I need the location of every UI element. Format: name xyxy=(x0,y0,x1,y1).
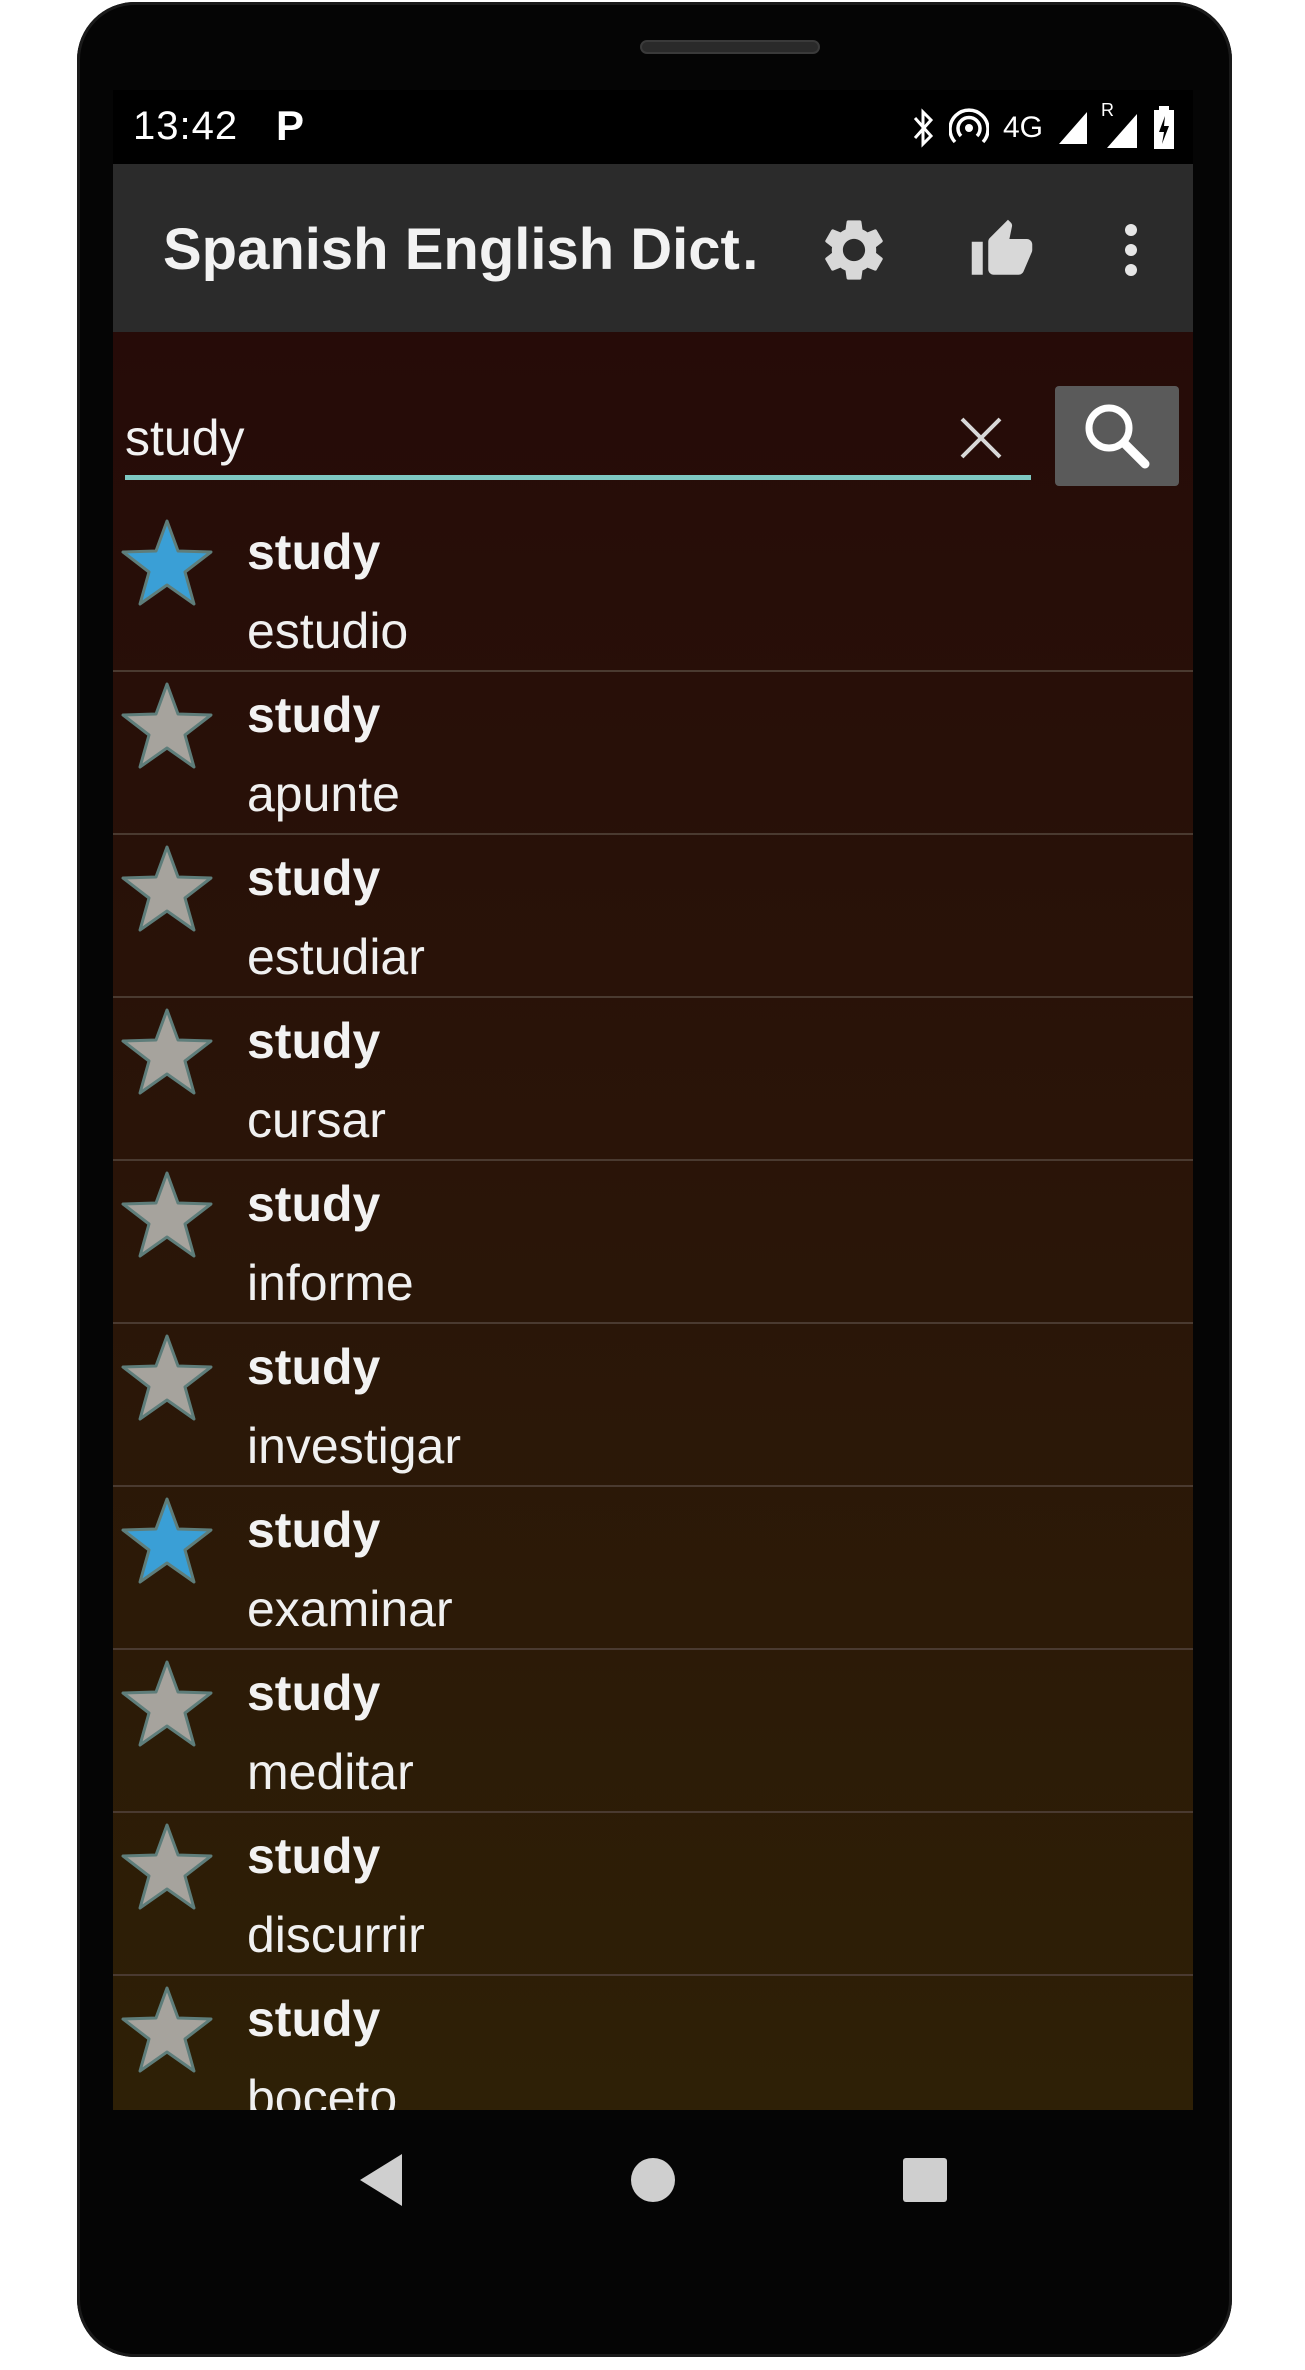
status-bar: 13:42 P 4G R xyxy=(113,90,1193,164)
result-term: study xyxy=(247,1339,381,1395)
result-row[interactable]: study boceto xyxy=(113,1976,1193,2110)
result-translation: boceto xyxy=(247,2070,398,2110)
result-translation: cursar xyxy=(247,1092,386,1148)
roaming-signal: R xyxy=(1101,100,1139,148)
notification-icon: P xyxy=(276,102,305,149)
roaming-signal-icon xyxy=(1107,114,1137,148)
result-translation: estudiar xyxy=(247,929,425,985)
star-icon[interactable] xyxy=(119,680,215,772)
recents-icon xyxy=(903,2158,947,2202)
result-term: study xyxy=(247,1176,381,1232)
result-translation: estudio xyxy=(247,603,409,659)
star-filled-icon[interactable] xyxy=(119,1495,215,1587)
result-term: study xyxy=(247,687,381,743)
result-term: study xyxy=(247,1502,381,1558)
result-term: study xyxy=(247,1991,381,2047)
result-translation: investigar xyxy=(247,1418,461,1474)
star-icon[interactable] xyxy=(119,1332,215,1424)
overflow-menu-button[interactable] xyxy=(1093,212,1169,288)
status-icons: 4G R xyxy=(911,100,1175,152)
result-term: study xyxy=(247,1665,381,1721)
search-field xyxy=(125,402,1031,480)
recents-button[interactable] xyxy=(885,2140,965,2220)
speaker-grille xyxy=(640,40,820,54)
result-term: study xyxy=(247,524,381,580)
result-translation: meditar xyxy=(247,1744,414,1800)
result-translation: discurrir xyxy=(247,1907,425,1963)
result-term: study xyxy=(247,850,381,906)
signal-icon xyxy=(1059,112,1087,144)
hotspot-icon xyxy=(948,108,989,144)
battery-icon xyxy=(1154,106,1174,149)
result-row[interactable]: study cursar xyxy=(113,998,1193,1161)
clear-search-button[interactable] xyxy=(951,408,1011,468)
star-icon[interactable] xyxy=(119,1821,215,1913)
gear-icon xyxy=(825,220,883,280)
more-vert-icon xyxy=(1125,224,1137,276)
star-filled-icon[interactable] xyxy=(119,517,215,609)
result-translation: apunte xyxy=(247,766,400,822)
screen: 13:42 P 4G R Spanish English Dict… study… xyxy=(113,90,1193,2110)
thumbs-up-icon xyxy=(971,219,1033,275)
app-bar: Spanish English Dict… xyxy=(113,164,1193,332)
back-icon xyxy=(360,2154,402,2206)
home-icon xyxy=(631,2158,675,2202)
home-button[interactable] xyxy=(613,2140,693,2220)
status-time: 13:42 xyxy=(133,104,239,148)
result-row[interactable]: study examinar xyxy=(113,1487,1193,1650)
settings-button[interactable] xyxy=(816,212,892,288)
result-term: study xyxy=(247,1013,381,1069)
results-list: study estudio study apunte study estudiar stud… xyxy=(113,509,1193,2110)
star-icon[interactable] xyxy=(119,1006,215,1098)
star-icon[interactable] xyxy=(119,1658,215,1750)
result-translation: examinar xyxy=(247,1581,453,1637)
close-icon xyxy=(960,417,1002,459)
search-icon xyxy=(1085,404,1150,469)
result-row[interactable]: study estudio xyxy=(113,509,1193,672)
app-title: Spanish English Dict… xyxy=(163,217,763,282)
bluetooth-icon xyxy=(913,108,934,148)
result-translation: informe xyxy=(247,1255,414,1311)
result-term: study xyxy=(247,1828,381,1884)
navigation-bar xyxy=(113,2110,1193,2250)
content-area: studyestudiostudyapuntestudyestudiarstud… xyxy=(113,332,1193,2110)
result-row[interactable]: study discurrir xyxy=(113,1813,1193,1976)
search-input[interactable] xyxy=(125,402,925,474)
star-icon[interactable] xyxy=(119,1169,215,1261)
rate-button[interactable] xyxy=(964,212,1040,288)
result-row[interactable]: study estudiar xyxy=(113,835,1193,998)
result-row[interactable]: study apunte xyxy=(113,672,1193,835)
network-type: 4G xyxy=(1002,111,1043,144)
result-row[interactable]: study investigar xyxy=(113,1324,1193,1487)
star-icon[interactable] xyxy=(119,1984,215,2076)
result-row[interactable]: study meditar xyxy=(113,1650,1193,1813)
result-row[interactable]: study informe xyxy=(113,1161,1193,1324)
star-icon[interactable] xyxy=(119,843,215,935)
back-button[interactable] xyxy=(341,2140,421,2220)
search-button[interactable] xyxy=(1055,386,1179,486)
